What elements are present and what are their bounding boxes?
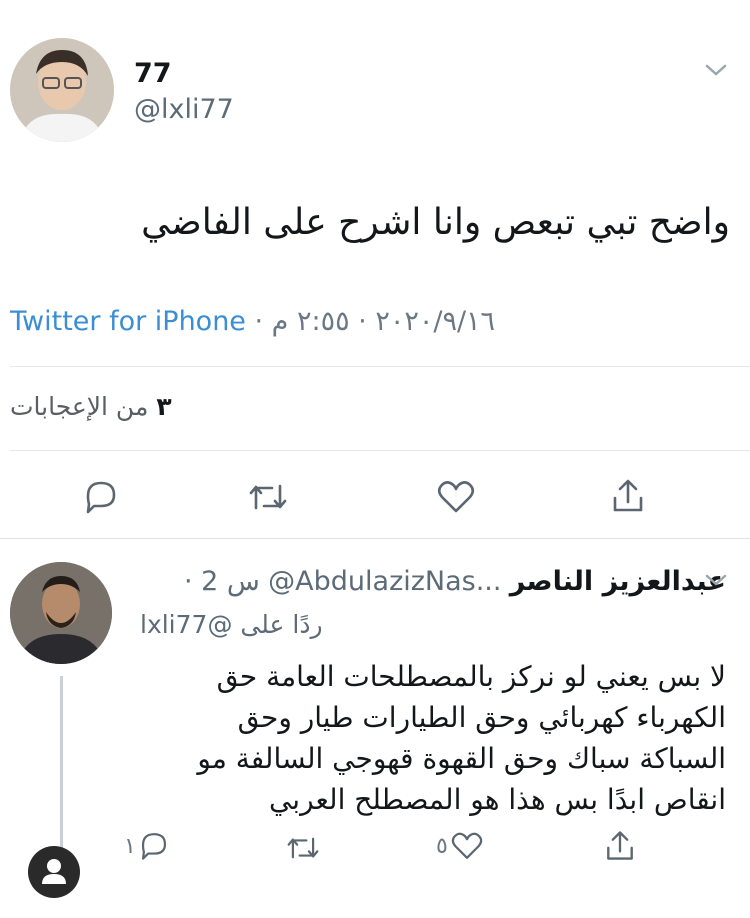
likes-count: ٣ — [156, 392, 172, 421]
reply-author-avatar[interactable] — [10, 562, 112, 664]
like-icon — [437, 481, 475, 513]
reply-icon — [86, 481, 116, 514]
reply-author-handle[interactable]: @AbdulazizNas... — [268, 566, 501, 597]
like-count: ٥ — [436, 833, 448, 859]
likes-summary[interactable]: ٣ من الإعجابات — [10, 392, 172, 421]
chevron-down-icon[interactable] — [704, 572, 728, 592]
author-avatar[interactable] — [10, 38, 114, 142]
reply-line: لا بس يعني لو نركز بالمصطلحات العامة حق — [216, 660, 726, 693]
retweet-icon — [249, 484, 287, 510]
divider — [10, 450, 750, 451]
reply-author-name[interactable]: عبدالعزيز الناصر — [510, 566, 726, 597]
reply-time: · 2 س — [183, 566, 260, 597]
share-icon — [613, 479, 643, 512]
reply-like-button[interactable]: ٥ — [436, 830, 486, 862]
tweet-timestamp: · ٢٠٢٠/٩/١٦ · ٢:٥٥ م — [245, 306, 496, 337]
retweet-button[interactable] — [246, 478, 290, 516]
author-handle[interactable]: @lxli77 — [134, 94, 234, 125]
replying-to[interactable]: ردًا على @lxli77 — [140, 610, 323, 639]
divider — [0, 538, 750, 539]
reply-text: لا بس يعني لو نركز بالمصطلحات العامة حق … — [197, 656, 726, 820]
chevron-down-icon[interactable] — [704, 62, 728, 82]
tweet-meta: Twitter for iPhone · ٢٠٢٠/٩/١٦ · ٢:٥٥ م — [10, 306, 495, 337]
reply-header: · 2 س @AbdulazizNas... عبدالعزيز الناصر — [184, 566, 726, 597]
like-button[interactable] — [434, 478, 478, 516]
profile-icon — [42, 859, 66, 884]
tweet-text: واضح تبي تبعص وانا اشرح على الفاضي — [141, 202, 730, 243]
author-name[interactable]: 77 — [134, 58, 172, 89]
reply-button[interactable] — [80, 478, 122, 516]
profile-button[interactable] — [28, 846, 80, 898]
reply-retweet-button[interactable] — [284, 832, 322, 864]
avatar-photo — [10, 38, 114, 142]
share-button[interactable] — [608, 476, 648, 516]
like-icon — [451, 832, 483, 859]
likes-label: من الإعجابات — [10, 392, 149, 421]
reply-line: انقاص ابدًا بس هذا هو المصطلح العربي — [268, 783, 726, 816]
reply-icon — [141, 833, 166, 860]
reply-share-button[interactable] — [602, 828, 638, 864]
avatar-photo — [10, 562, 112, 664]
reply-count: ١ — [124, 833, 136, 859]
tweet-source-link[interactable]: Twitter for iPhone — [10, 306, 246, 337]
share-icon — [607, 831, 633, 860]
thread-connector — [60, 676, 63, 854]
divider — [10, 366, 750, 367]
reply-line: الكهرباء كهربائي وحق الطيارات طيار وحق — [237, 701, 726, 734]
retweet-icon — [287, 837, 319, 859]
reply-line: السباكة سباك وحق القهوة قهوجي السالفة مو — [197, 742, 726, 775]
reply-reply-button[interactable]: ١ — [124, 830, 172, 862]
